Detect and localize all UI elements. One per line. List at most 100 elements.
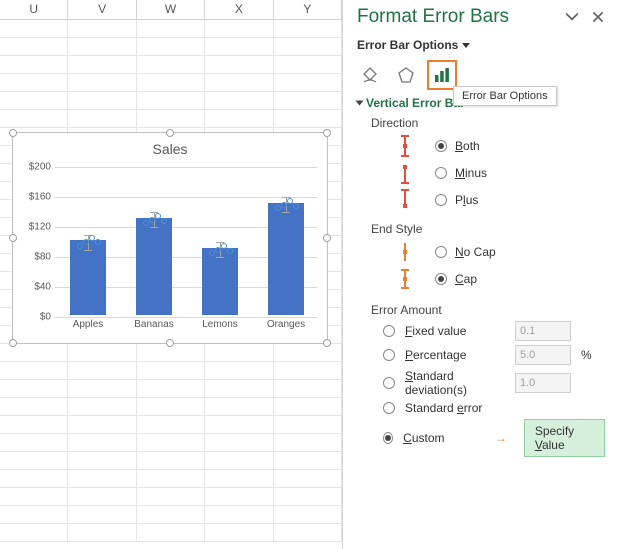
y-axis-tick-label: $80	[34, 252, 51, 263]
option-label: Percentage	[405, 348, 505, 362]
endstyle-label: End Style	[371, 222, 605, 236]
chart-bar[interactable]	[268, 203, 304, 316]
error-amount-label: Error Amount	[371, 303, 605, 317]
col-header-v[interactable]: V	[68, 0, 136, 19]
x-axis-tick-label: Lemons	[190, 319, 250, 330]
direction-glyph-icon	[383, 134, 427, 158]
chart-handle[interactable]	[323, 339, 331, 347]
chart-plot-area[interactable]: $0$40$80$120$160$200ApplesBananasLemonsO…	[55, 167, 317, 315]
tooltip: Error Bar Options	[453, 86, 557, 106]
chart-title[interactable]: Sales	[13, 141, 327, 157]
chart-handle[interactable]	[323, 234, 331, 242]
chart-data-point[interactable]	[95, 239, 101, 245]
chart-handle[interactable]	[9, 339, 17, 347]
chart-handle[interactable]	[9, 234, 17, 242]
option-label: Cap	[455, 272, 477, 286]
endstyle-option-no-cap[interactable]: No Cap	[383, 240, 605, 264]
col-header-y[interactable]: Y	[274, 0, 342, 19]
col-header-w[interactable]: W	[137, 0, 205, 19]
amount-input[interactable]	[515, 373, 571, 393]
x-axis-tick-label: Oranges	[256, 319, 316, 330]
x-axis-tick-label: Bananas	[124, 319, 184, 330]
chart-data-point[interactable]	[287, 198, 293, 204]
radio-button[interactable]	[383, 349, 395, 361]
format-error-bars-pane: Format Error Bars Error Bar Options Erro…	[343, 0, 619, 549]
pane-category-icons: Error Bar Options	[357, 62, 605, 88]
col-header-u[interactable]: U	[0, 0, 68, 19]
chart-bar[interactable]	[70, 240, 106, 315]
worksheet-area[interactable]: U V W X Y Sales $0$40$80$120$160$200Appl…	[0, 0, 343, 549]
chevron-down-icon	[462, 43, 470, 48]
pane-title: Format Error Bars	[357, 6, 509, 28]
radio-button[interactable]	[435, 273, 447, 285]
option-label: Custom	[403, 431, 485, 445]
direction-label: Direction	[371, 116, 605, 130]
amount-option-standard-error[interactable]: Standard error	[383, 401, 605, 415]
endstyle-option-cap[interactable]: Cap	[383, 267, 605, 291]
chart-data-point[interactable]	[83, 239, 89, 245]
chart-data-point[interactable]	[227, 248, 233, 254]
radio-button[interactable]	[383, 432, 393, 444]
radio-button[interactable]	[435, 246, 447, 258]
dropdown-label: Error Bar Options	[357, 38, 458, 52]
y-axis-tick-label: $160	[29, 192, 51, 203]
specify-value-button[interactable]: Specify Value	[524, 419, 605, 457]
direction-glyph-icon	[383, 188, 427, 212]
amount-option-custom[interactable]: Custom → Specify Value	[383, 419, 605, 457]
y-axis-tick-label: $40	[34, 282, 51, 293]
y-axis-tick-label: $120	[29, 222, 51, 233]
percent-suffix: %	[581, 348, 592, 362]
chart-data-point[interactable]	[149, 217, 155, 223]
chart-data-point[interactable]	[155, 213, 161, 219]
y-axis-tick-label: $200	[29, 162, 51, 173]
y-axis-tick-label: $0	[40, 312, 51, 323]
option-label: Plus	[455, 193, 478, 207]
endstyle-glyph-icon	[383, 267, 427, 291]
chart-data-point[interactable]	[221, 243, 227, 249]
chart-handle[interactable]	[166, 339, 174, 347]
section-head-label: Vertical Error Bar	[366, 96, 465, 110]
radio-button[interactable]	[435, 140, 447, 152]
amount-input[interactable]	[515, 321, 571, 341]
option-label: Standard deviation(s)	[405, 369, 505, 397]
option-label: Minus	[455, 166, 487, 180]
x-axis-tick-label: Apples	[58, 319, 118, 330]
amount-option-percentage[interactable]: Percentage%	[383, 345, 605, 365]
chart-data-point[interactable]	[293, 203, 299, 209]
amount-option-standard-deviation-s-[interactable]: Standard deviation(s)	[383, 369, 605, 397]
col-header-x[interactable]: X	[205, 0, 273, 19]
annotation-arrow-icon: →	[495, 431, 506, 445]
fill-and-line-icon[interactable]	[357, 62, 383, 88]
radio-button[interactable]	[435, 167, 447, 179]
option-label: No Cap	[455, 245, 496, 259]
radio-button[interactable]	[383, 402, 395, 414]
endstyle-glyph-icon	[383, 240, 427, 264]
option-label: Both	[455, 139, 480, 153]
chart-handle[interactable]	[9, 129, 17, 137]
close-icon[interactable]	[591, 10, 605, 24]
collapse-icon	[356, 101, 364, 106]
radio-button[interactable]	[383, 377, 395, 389]
direction-option-minus[interactable]: Minus	[383, 161, 605, 185]
direction-glyph-icon	[383, 161, 427, 185]
chart-handle[interactable]	[166, 129, 174, 137]
chart-data-point[interactable]	[281, 202, 287, 208]
amount-input[interactable]	[515, 345, 571, 365]
direction-option-plus[interactable]: Plus	[383, 188, 605, 212]
chart-object[interactable]: Sales $0$40$80$120$160$200ApplesBananasL…	[12, 132, 328, 344]
direction-option-both[interactable]: Both	[383, 134, 605, 158]
radio-button[interactable]	[383, 325, 395, 337]
chart-data-point[interactable]	[161, 218, 167, 224]
radio-button[interactable]	[435, 194, 447, 206]
amount-option-fixed-value[interactable]: Fixed value	[383, 321, 605, 341]
error-bar-options-icon[interactable]	[429, 62, 455, 88]
chart-handle[interactable]	[323, 129, 331, 137]
chart-data-point[interactable]	[77, 243, 83, 249]
task-pane-options-icon[interactable]	[565, 10, 579, 24]
option-label: Standard error	[405, 401, 505, 415]
chart-data-point[interactable]	[215, 247, 221, 253]
error-bar-options-dropdown[interactable]: Error Bar Options	[357, 38, 470, 52]
column-headers: U V W X Y	[0, 0, 342, 20]
effects-icon[interactable]	[393, 62, 419, 88]
chart-bar[interactable]	[136, 218, 172, 316]
